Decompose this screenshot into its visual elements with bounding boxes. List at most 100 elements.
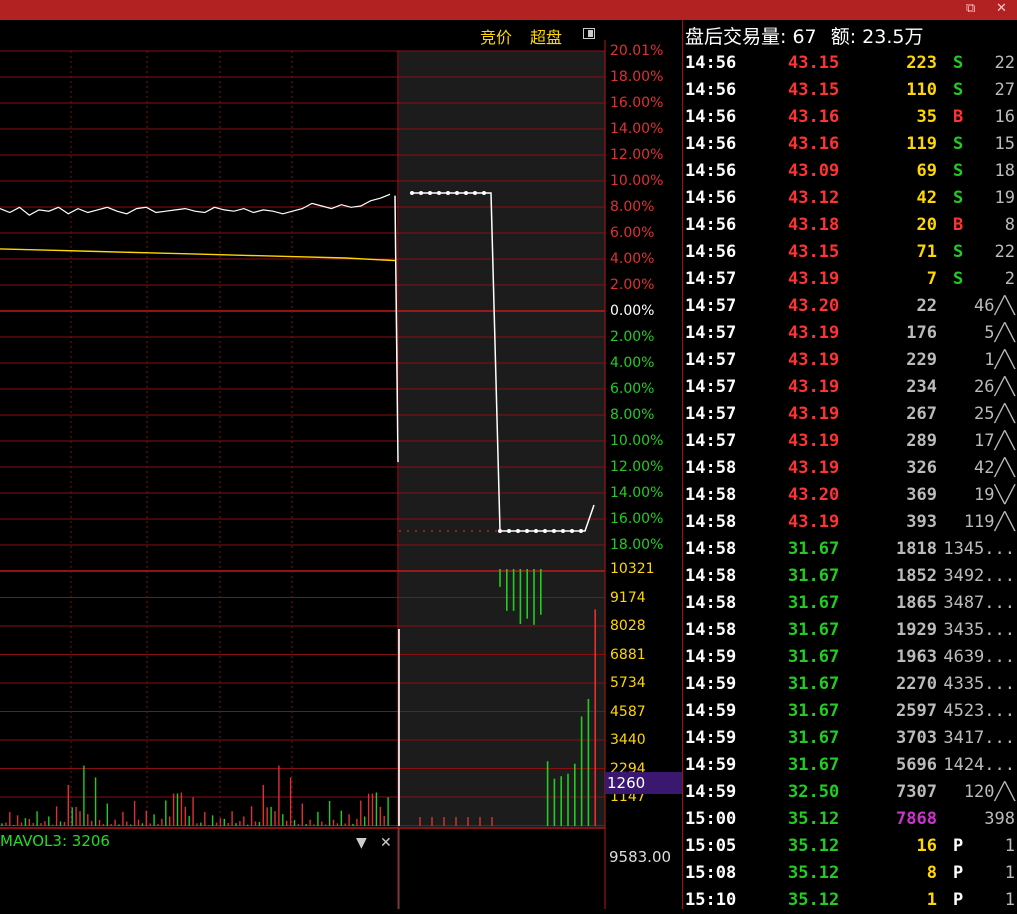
trade-volume: 1963	[896, 647, 937, 667]
trade-time: 14:58	[685, 458, 737, 478]
trade-row[interactable]: 14:56 43.15 110 S 27	[683, 77, 1017, 104]
trade-volume: 7307	[896, 782, 937, 802]
trade-row[interactable]: 15:05 35.12 16 P 1	[683, 833, 1017, 860]
trade-volume: 20	[916, 215, 937, 235]
trade-row[interactable]: 14:59 31.67 3703 3417...	[683, 725, 1017, 752]
trade-price: 31.67	[788, 593, 840, 613]
dropdown-arrow-icon[interactable]: ▼	[356, 835, 367, 851]
trade-row[interactable]: 14:57 43.19 7 S 2	[683, 266, 1017, 293]
trade-count: 2	[1004, 269, 1015, 289]
trade-count: 4335...	[943, 674, 1015, 694]
percent-tick-label: 16.00%	[610, 511, 664, 527]
trade-price: 43.15	[788, 80, 840, 100]
close-icon[interactable]: ✕	[996, 0, 1007, 18]
trade-time: 14:59	[685, 728, 737, 748]
trade-row[interactable]: 14:58 43.20 369 19╲╱	[683, 482, 1017, 509]
after-hours-trade-point	[534, 529, 538, 533]
trade-row[interactable]: 15:00 35.12 7868 398	[683, 806, 1017, 833]
trade-row[interactable]: 14:59 31.67 5696 1424...	[683, 752, 1017, 779]
trade-row[interactable]: 14:56 43.16 119 S 15	[683, 131, 1017, 158]
trade-side: S	[953, 53, 964, 73]
trade-row[interactable]: 14:56 43.09 69 S 18	[683, 158, 1017, 185]
percent-tick-label: 12.00%	[610, 147, 664, 163]
intraday-chart	[0, 40, 606, 909]
trade-row[interactable]: 14:58 31.67 1852 3492...	[683, 563, 1017, 590]
trade-row[interactable]: 14:59 31.67 2270 4335...	[683, 671, 1017, 698]
close-icon[interactable]: ✕	[380, 835, 392, 851]
trade-row[interactable]: 14:59 32.50 7307 120╱╲	[683, 779, 1017, 806]
mavol-label: MAVOL3: 3206	[0, 832, 110, 850]
trade-row[interactable]: 14:56 43.15 223 S 22	[683, 50, 1017, 77]
superpan-button[interactable]: 超盘	[530, 24, 562, 48]
trade-row[interactable]: 14:56 43.15 71 S 22	[683, 239, 1017, 266]
trade-side: S	[953, 242, 964, 262]
panel-toggle-icon[interactable]	[583, 28, 595, 39]
trade-time: 14:56	[685, 53, 737, 73]
trade-time: 14:59	[685, 701, 737, 721]
trade-time: 14:59	[685, 647, 737, 667]
trade-price: 43.20	[788, 485, 840, 505]
trade-price: 43.19	[788, 350, 840, 370]
trade-price: 35.12	[788, 863, 840, 883]
restore-icon[interactable]: ⧉	[966, 0, 975, 18]
trade-row[interactable]: 14:57 43.19 267 25╱╲	[683, 401, 1017, 428]
trade-row[interactable]: 14:57 43.20 22 46╱╲	[683, 293, 1017, 320]
trade-price: 35.12	[788, 890, 840, 910]
trade-time: 14:56	[685, 161, 737, 181]
trade-row[interactable]: 14:57 43.19 234 26╱╲	[683, 374, 1017, 401]
trade-count: 19╲╱	[974, 485, 1015, 505]
after-hours-trade-point	[428, 191, 432, 195]
trade-volume: 289	[906, 431, 937, 451]
percent-tick-label: 6.00%	[610, 225, 655, 241]
trade-row[interactable]: 14:56 43.12 42 S 19	[683, 185, 1017, 212]
trade-price: 32.50	[788, 782, 840, 802]
trade-volume: 1865	[896, 593, 937, 613]
volume-tick-label: 5734	[610, 675, 646, 691]
trade-side: P	[953, 863, 964, 883]
trade-count: 1424...	[943, 755, 1015, 775]
trade-time: 14:56	[685, 107, 737, 127]
trade-price: 31.67	[788, 566, 840, 586]
trade-volume: 393	[906, 512, 937, 532]
trade-time: 15:05	[685, 836, 737, 856]
trade-side: P	[953, 890, 964, 910]
trade-count: 1╱╲	[984, 350, 1015, 370]
trade-count: 119╱╲	[963, 512, 1015, 532]
trade-time: 14:57	[685, 404, 737, 424]
trade-volume: 1929	[896, 620, 937, 640]
auction-button[interactable]: 竞价	[480, 24, 512, 48]
after-hours-trade-point	[437, 191, 441, 195]
trade-row[interactable]: 15:08 35.12 8 P 1	[683, 860, 1017, 887]
trade-row[interactable]: 14:57 43.19 289 17╱╲	[683, 428, 1017, 455]
trade-row[interactable]: 15:10 35.12 1 P 1	[683, 887, 1017, 914]
trade-price: 43.18	[788, 215, 840, 235]
trade-price: 31.67	[788, 620, 840, 640]
trade-row[interactable]: 14:56 43.16 35 B 16	[683, 104, 1017, 131]
trade-volume: 8	[926, 863, 937, 883]
trade-price: 31.67	[788, 728, 840, 748]
trade-time: 15:00	[685, 809, 737, 829]
trade-row[interactable]: 14:56 43.18 20 B 8	[683, 212, 1017, 239]
trade-time: 14:56	[685, 215, 737, 235]
trade-volume: 119	[906, 134, 937, 154]
trade-count: 3492...	[943, 566, 1015, 586]
trade-row[interactable]: 14:58 43.19 326 42╱╲	[683, 455, 1017, 482]
trade-price: 43.19	[788, 269, 840, 289]
trade-row[interactable]: 14:58 43.19 393 119╱╲	[683, 509, 1017, 536]
trade-row[interactable]: 14:57 43.19 229 1╱╲	[683, 347, 1017, 374]
trade-price: 43.19	[788, 512, 840, 532]
trade-row[interactable]: 14:59 31.67 1963 4639...	[683, 644, 1017, 671]
trade-price: 43.20	[788, 296, 840, 316]
trade-count: 19	[994, 188, 1015, 208]
trade-count: 1	[1004, 890, 1015, 910]
trade-price: 31.67	[788, 539, 840, 559]
percent-tick-label: 2.00%	[610, 329, 655, 345]
trade-row[interactable]: 14:58 31.67 1865 3487...	[683, 590, 1017, 617]
percent-tick-label: 16.00%	[610, 95, 664, 111]
trade-row[interactable]: 14:58 31.67 1929 3435...	[683, 617, 1017, 644]
trade-count: 42╱╲	[974, 458, 1015, 478]
trade-row[interactable]: 14:58 31.67 1818 1345...	[683, 536, 1017, 563]
percent-tick-label: 2.00%	[610, 277, 655, 293]
trade-row[interactable]: 14:57 43.19 176 5╱╲	[683, 320, 1017, 347]
trade-row[interactable]: 14:59 31.67 2597 4523...	[683, 698, 1017, 725]
